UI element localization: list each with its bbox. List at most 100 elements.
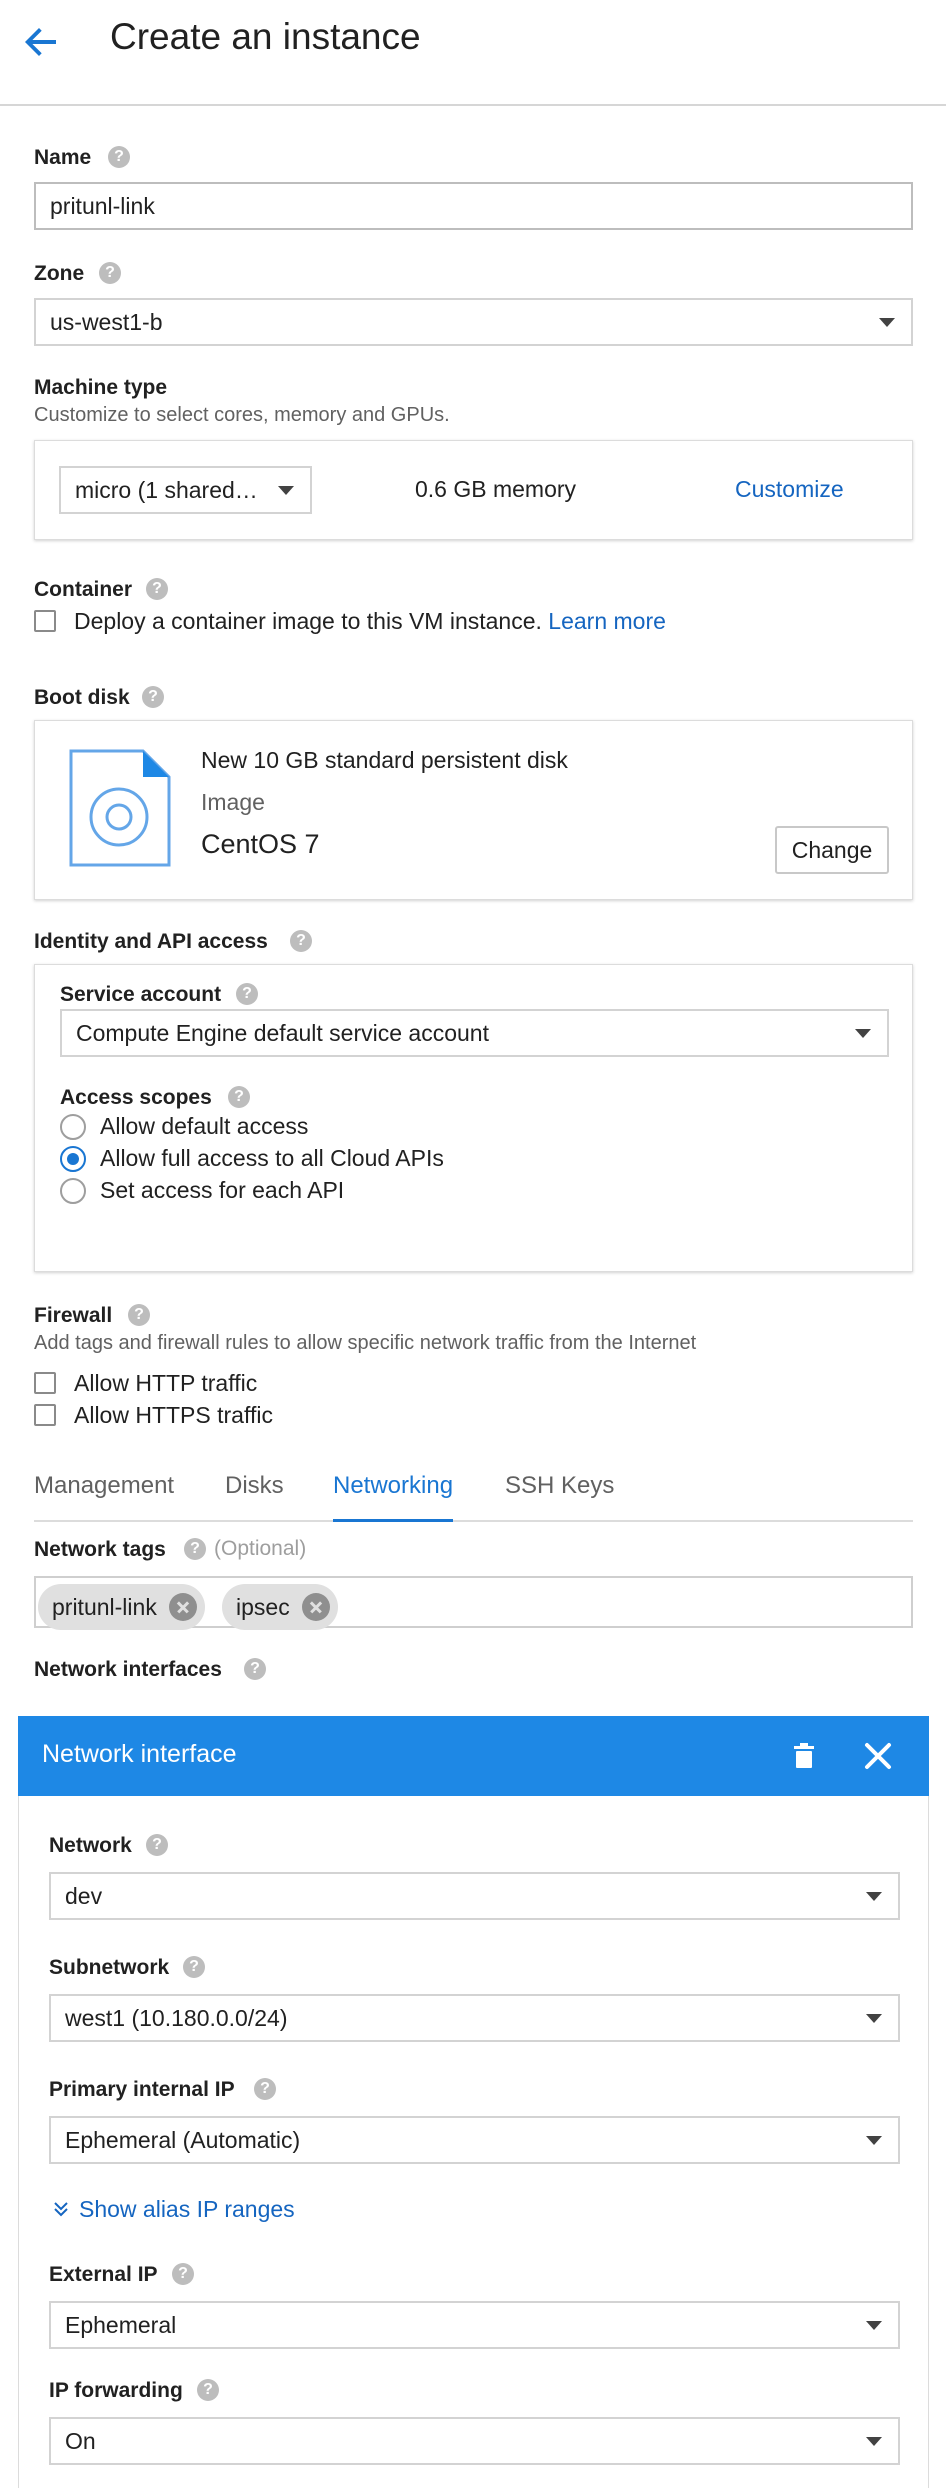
container-checkbox-label: Deploy a container image to this VM inst… (74, 608, 542, 634)
identity-card: Service account ? Compute Engine default… (34, 964, 913, 1272)
page-header: Create an instance (0, 0, 946, 106)
remove-tag-icon[interactable] (168, 1593, 197, 1621)
network-tags-input[interactable]: pritunl-link ipsec (34, 1576, 913, 1630)
boot-disk-card: New 10 GB standard persistent disk Image… (34, 720, 913, 900)
ip-forwarding-select[interactable]: On (49, 2417, 900, 2465)
primary-internal-ip-label: Primary internal IP (49, 2078, 235, 2101)
network-tags-label: Network tags (34, 1538, 166, 1561)
chevron-down-icon (866, 2014, 882, 2023)
back-arrow-icon[interactable] (18, 18, 66, 66)
tab-management[interactable]: Management (34, 1472, 174, 1500)
primary-internal-ip-help-icon[interactable]: ? (254, 2078, 276, 2100)
scope-full-access-radio[interactable] (60, 1146, 86, 1172)
subnetwork-select-value: west1 (10.180.0.0/24) (65, 2004, 288, 2031)
network-select-value: dev (65, 1882, 103, 1909)
external-ip-help-icon[interactable]: ? (172, 2263, 194, 2285)
primary-internal-ip-select[interactable]: Ephemeral (Automatic) (49, 2116, 900, 2164)
tab-disks[interactable]: Disks (225, 1472, 284, 1500)
machine-type-label: Machine type (34, 376, 168, 399)
external-ip-select-value: Ephemeral (65, 2311, 177, 2338)
double-chevron-down-icon (49, 2198, 73, 2222)
firewall-description: Add tags and firewall rules to allow spe… (34, 1332, 697, 1354)
tab-networking[interactable]: Networking (333, 1472, 454, 1522)
service-account-label: Service account (60, 983, 222, 1006)
access-scopes-label: Access scopes (60, 1086, 212, 1109)
tab-ssh-keys[interactable]: SSH Keys (505, 1472, 614, 1500)
chevron-down-icon (866, 2437, 882, 2446)
delete-trash-icon[interactable] (786, 1738, 822, 1774)
container-help-icon[interactable]: ? (146, 578, 168, 600)
zone-help-icon[interactable]: ? (99, 262, 121, 284)
allow-https-checkbox[interactable] (34, 1404, 56, 1426)
network-select[interactable]: dev (49, 1872, 900, 1920)
ip-forwarding-label: IP forwarding (49, 2379, 183, 2402)
subnetwork-select[interactable]: west1 (10.180.0.0/24) (49, 1994, 900, 2042)
allow-http-label: Allow HTTP traffic (74, 1370, 258, 1396)
customize-button[interactable]: Customize (735, 476, 844, 503)
machine-memory: 0.6 GB memory (415, 476, 577, 502)
tag-chip: ipsec (222, 1584, 338, 1630)
disk-icon (69, 749, 173, 867)
subnetwork-label: Subnetwork (49, 1956, 170, 1979)
ip-forwarding-help-icon[interactable]: ? (197, 2379, 219, 2401)
scope-default-radio[interactable] (60, 1114, 86, 1140)
network-tags-optional: (Optional) (214, 1537, 307, 1560)
network-interface-title: Network interface (42, 1740, 237, 1768)
scope-default-label: Allow default access (100, 1113, 309, 1139)
name-input[interactable]: pritunl-link (34, 182, 913, 230)
show-alias-ip-ranges-label: Show alias IP ranges (79, 2196, 295, 2222)
network-help-icon[interactable]: ? (146, 1834, 168, 1856)
chevron-down-icon (866, 2321, 882, 2330)
learn-more-link[interactable]: Learn more (548, 608, 666, 634)
machine-type-select[interactable]: micro (1 shared… (59, 466, 312, 514)
create-instance-page: Create an instance Name ? pritunl-link Z… (0, 0, 946, 2488)
name-help-icon[interactable]: ? (108, 146, 130, 168)
chevron-down-icon (866, 1892, 882, 1901)
service-account-select[interactable]: Compute Engine default service account (60, 1009, 889, 1057)
container-checkbox[interactable] (34, 610, 56, 632)
zone-label: Zone (34, 262, 85, 285)
boot-disk-help-icon[interactable]: ? (142, 686, 164, 708)
service-account-select-value: Compute Engine default service account (76, 1019, 489, 1046)
chevron-down-icon (866, 2136, 882, 2145)
boot-disk-label: Boot disk (34, 686, 130, 709)
change-boot-disk-button[interactable]: Change (775, 826, 889, 874)
network-interfaces-label: Network interfaces (34, 1658, 222, 1681)
zone-select[interactable]: us-west1-b (34, 298, 913, 346)
ip-forwarding-select-value: On (65, 2427, 96, 2454)
network-tags-help-icon[interactable]: ? (184, 1538, 206, 1560)
chevron-down-icon (855, 1029, 871, 1038)
machine-type-description: Customize to select cores, memory and GP… (34, 404, 450, 426)
close-icon[interactable] (858, 1736, 898, 1776)
network-label: Network (49, 1834, 132, 1857)
allow-http-checkbox[interactable] (34, 1372, 56, 1394)
external-ip-label: External IP (49, 2263, 158, 2286)
identity-label: Identity and API access (34, 930, 268, 953)
allow-https-label: Allow HTTPS traffic (74, 1402, 273, 1428)
scope-full-access-label: Allow full access to all Cloud APIs (100, 1145, 444, 1171)
network-interface-body: Network ? dev Subnetwork ? west1 (10.180… (18, 1796, 929, 2488)
chevron-down-icon (278, 486, 294, 495)
scope-each-api-label: Set access for each API (100, 1177, 345, 1203)
scope-each-api-radio[interactable] (60, 1178, 86, 1204)
boot-disk-image-value: CentOS 7 (201, 829, 320, 859)
service-account-help-icon[interactable]: ? (236, 983, 258, 1005)
container-checkbox-text: Deploy a container image to this VM inst… (74, 608, 666, 635)
boot-disk-image-label: Image (201, 789, 265, 815)
remove-tag-icon[interactable] (301, 1593, 330, 1621)
show-alias-ip-ranges-link[interactable]: Show alias IP ranges (49, 2196, 295, 2223)
external-ip-select[interactable]: Ephemeral (49, 2301, 900, 2349)
tag-chip-label: ipsec (236, 1593, 290, 1620)
chevron-down-icon (879, 318, 895, 327)
identity-help-icon[interactable]: ? (290, 930, 312, 952)
page-title: Create an instance (110, 16, 421, 57)
network-interface-header: Network interface (18, 1716, 929, 1796)
subnetwork-help-icon[interactable]: ? (183, 1956, 205, 1978)
network-interfaces-help-icon[interactable]: ? (244, 1658, 266, 1680)
container-label: Container (34, 578, 133, 601)
firewall-help-icon[interactable]: ? (128, 1304, 150, 1326)
tab-bar: Management Disks Networking SSH Keys (34, 1472, 913, 1522)
zone-select-value: us-west1-b (50, 308, 163, 335)
access-scopes-help-icon[interactable]: ? (228, 1086, 250, 1108)
tag-chip-label: pritunl-link (52, 1593, 157, 1620)
